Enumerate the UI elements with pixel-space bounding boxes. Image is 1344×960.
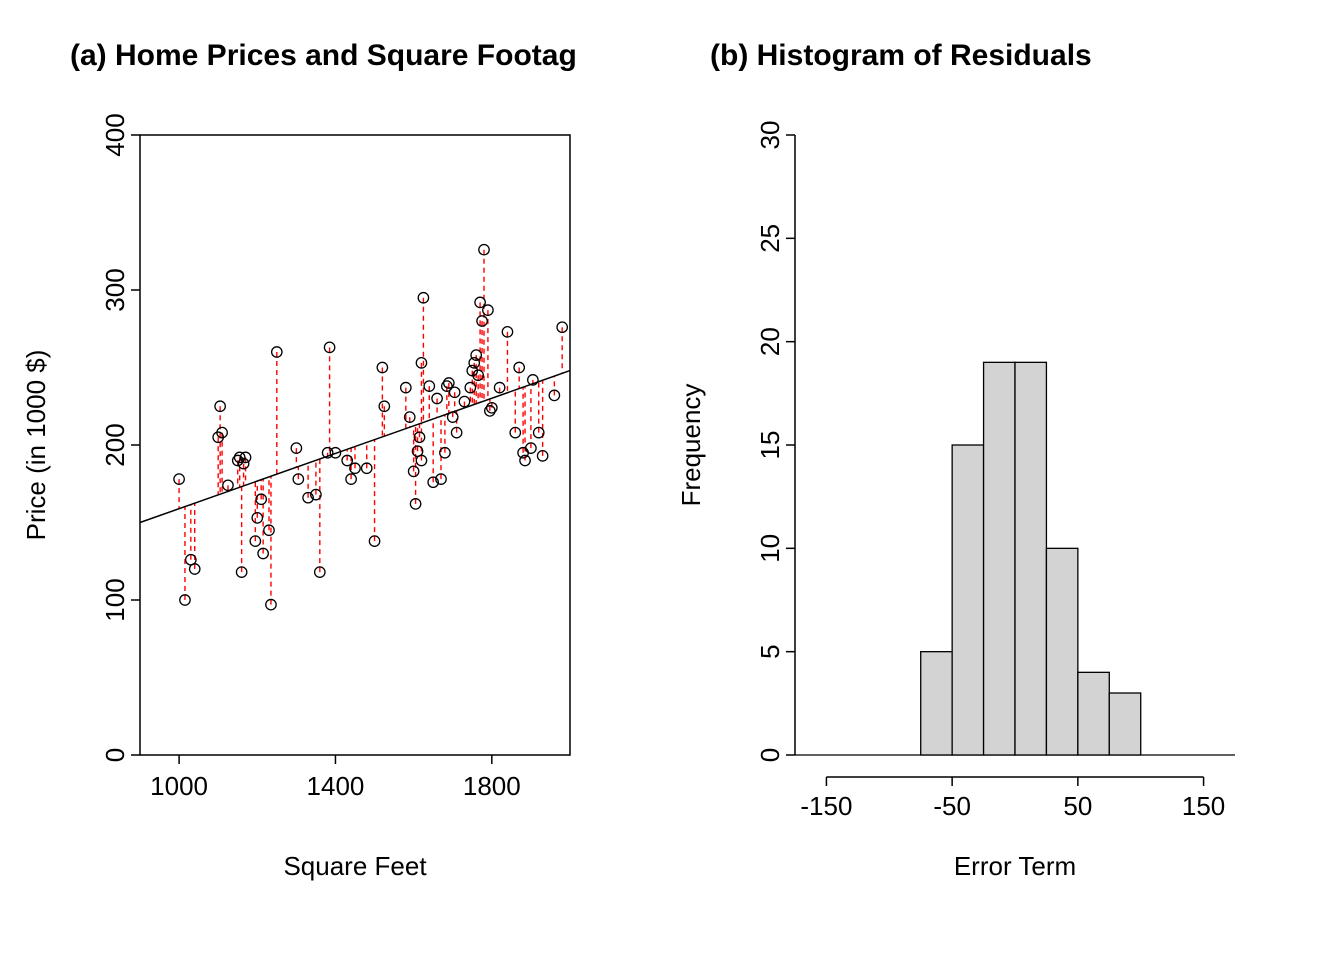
x-axis-label: Square Feet xyxy=(283,851,427,881)
histogram-bars xyxy=(795,362,1235,755)
svg-text:30: 30 xyxy=(755,121,785,150)
svg-text:5: 5 xyxy=(755,644,785,658)
x-axis: -150 -50 50 150 xyxy=(800,777,1225,821)
svg-text:100: 100 xyxy=(100,578,130,621)
scatter-panel: (a) Home Prices and Square Footag 0 100 20… xyxy=(21,39,577,881)
svg-text:300: 300 xyxy=(100,268,130,311)
svg-text:-150: -150 xyxy=(800,791,852,821)
svg-text:-50: -50 xyxy=(933,791,971,821)
plot-frame xyxy=(140,135,570,755)
svg-text:20: 20 xyxy=(755,327,785,356)
y-axis: 0 100 200 300 400 xyxy=(100,113,140,762)
panel-b-title: (b) Histogram of Residuals xyxy=(710,39,1092,72)
svg-text:1800: 1800 xyxy=(463,771,521,801)
svg-text:50: 50 xyxy=(1063,791,1092,821)
svg-text:400: 400 xyxy=(100,113,130,156)
svg-text:150: 150 xyxy=(1182,791,1225,821)
y-axis: 0 5 10 15 20 25 30 xyxy=(755,121,795,763)
svg-text:0: 0 xyxy=(100,748,130,762)
svg-text:1000: 1000 xyxy=(150,771,208,801)
y-axis-label: Frequency xyxy=(676,384,706,507)
regression-line xyxy=(140,371,570,523)
panel-a-title: (a) Home Prices and Square Footag xyxy=(70,39,577,72)
svg-text:10: 10 xyxy=(755,534,785,563)
y-axis-label: Price (in 1000 $) xyxy=(21,350,51,541)
x-axis-label: Error Term xyxy=(954,851,1076,881)
svg-text:0: 0 xyxy=(755,748,785,762)
scatter-points xyxy=(174,245,567,610)
x-axis: 1000 1400 1800 xyxy=(150,755,521,801)
svg-text:1400: 1400 xyxy=(307,771,365,801)
svg-text:25: 25 xyxy=(755,224,785,253)
residual-lines xyxy=(179,250,562,605)
svg-text:15: 15 xyxy=(755,431,785,460)
svg-text:200: 200 xyxy=(100,423,130,466)
histogram-panel: (b) Histogram of Residuals 051015202530 … xyxy=(676,39,1235,881)
